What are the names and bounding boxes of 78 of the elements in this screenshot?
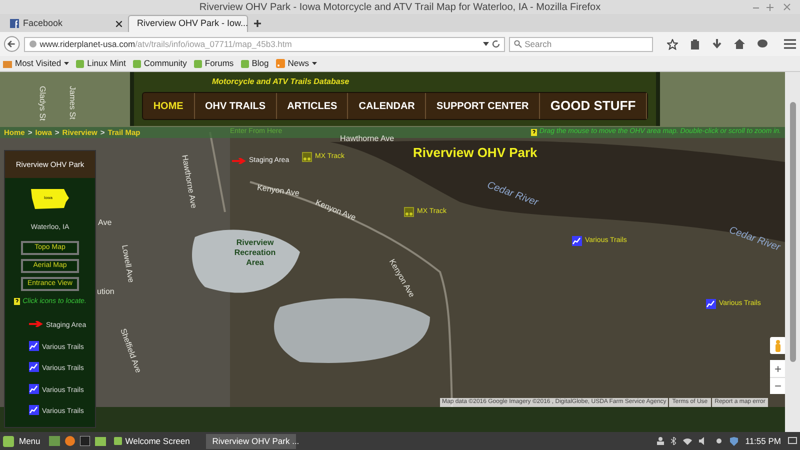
bookmark-item[interactable]: Blog [240, 57, 269, 70]
zoom-in-button[interactable]: + [770, 360, 785, 377]
clock[interactable]: 11:55 PM [745, 434, 781, 448]
street-label: James St [67, 86, 78, 120]
street-label: Gladys St [37, 86, 48, 121]
taskbar-window[interactable]: Welcome Screen [111, 434, 202, 448]
tab-label: Facebook [23, 16, 64, 30]
scrollbar[interactable] [785, 72, 800, 432]
area-label: Riverview Recreation Area [233, 238, 277, 268]
menu-button[interactable]: Menu [3, 434, 44, 448]
reload-icon[interactable] [492, 40, 500, 48]
search-icon [514, 40, 522, 48]
close-icon[interactable] [116, 20, 122, 26]
scrollbar-thumb[interactable] [790, 102, 796, 362]
feed-icon [276, 59, 285, 68]
browser-tab[interactable]: Facebook [6, 15, 126, 32]
caret-icon [64, 62, 70, 65]
clipboard-icon[interactable] [690, 38, 700, 50]
help-icon [14, 298, 20, 306]
zoom-out-button[interactable]: − [770, 377, 785, 394]
url-text: www.riderplanet-usa.com/atv/trails/info/iowa_07711/map_45b3.htm [40, 38, 293, 50]
trail-icon [29, 340, 39, 351]
nav-item[interactable]: CALENDAR [348, 93, 426, 119]
arrow-icon [29, 321, 43, 328]
home-icon[interactable] [734, 39, 746, 49]
nav-item[interactable]: HOME [143, 93, 195, 119]
street-label: ution [97, 286, 114, 298]
user-icon[interactable] [657, 437, 664, 445]
nav-item[interactable]: ARTICLES [276, 93, 348, 119]
person-icon [775, 340, 781, 352]
back-icon[interactable] [4, 36, 20, 52]
chat-icon[interactable] [757, 39, 768, 49]
banner-tagline: Motorcycle and ATV Trails Database [212, 76, 350, 88]
search-field[interactable]: Search [508, 36, 654, 52]
trail-icon [706, 299, 716, 310]
motocross-icon [404, 207, 414, 218]
url-field[interactable]: www.riderplanet-usa.com/atv/trails/info/iowa_07711/map_45b3.htm [24, 36, 505, 52]
map-title: Riverview OHV Park [413, 144, 538, 162]
river-label: Cedar River [484, 178, 540, 210]
download-icon[interactable] [712, 38, 722, 50]
trail-icon [572, 236, 582, 246]
bookmark-item[interactable]: News [276, 57, 317, 70]
taskbar-window[interactable]: Riverview OHV Park ... [206, 434, 296, 448]
arrow-icon [232, 158, 246, 164]
street-label: Lowell Ave [119, 244, 137, 284]
river-label: Cedar River [726, 224, 782, 256]
motocross-icon [302, 152, 312, 162]
tab-label: Riverview OHV Park - Iow... [137, 17, 248, 30]
window-controls-icon[interactable] [752, 3, 792, 11]
new-tab-icon[interactable] [254, 20, 261, 27]
facebook-icon [10, 19, 19, 28]
help-icon [531, 129, 538, 136]
street-label: Hawthorne Ave [340, 133, 394, 145]
trail-icon [29, 384, 39, 394]
bookmark-item[interactable]: Community [132, 57, 187, 70]
shield-icon[interactable] [730, 436, 738, 446]
nav-item[interactable]: GOOD STUFF [540, 93, 647, 119]
dropdown-icon[interactable] [482, 42, 489, 46]
bookmark-item[interactable]: Forums [194, 57, 234, 70]
nav-item[interactable]: OHV TRAILS [194, 93, 277, 119]
street-label: Ave [98, 217, 112, 229]
terminal-icon[interactable] [80, 436, 90, 446]
street-label: Hawthorne Ave [179, 154, 200, 210]
bookmark-item[interactable]: Most Visited [3, 57, 70, 70]
search-input[interactable]: Search [524, 38, 645, 50]
star-icon[interactable] [667, 38, 678, 50]
trail-icon [29, 405, 39, 416]
bluetooth-icon[interactable] [671, 437, 676, 445]
street-label: Kenyon Ave [256, 182, 300, 200]
window-title: Riverview OHV Park - Iowa Motorcycle and ATV Trail Map for Waterloo, IA - Mozilla Firefox [199, 0, 601, 14]
state-map-drawing [31, 188, 69, 210]
bookmark-item[interactable]: Linux Mint [76, 57, 126, 70]
menu-icon[interactable] [784, 39, 796, 49]
wifi-icon[interactable] [683, 438, 692, 444]
caret-icon [312, 62, 317, 65]
nav-item[interactable]: SUPPORT CENTER [426, 93, 540, 119]
browser-tab[interactable]: Riverview OHV Park - Iow... [128, 15, 248, 32]
trail-icon [29, 362, 39, 372]
